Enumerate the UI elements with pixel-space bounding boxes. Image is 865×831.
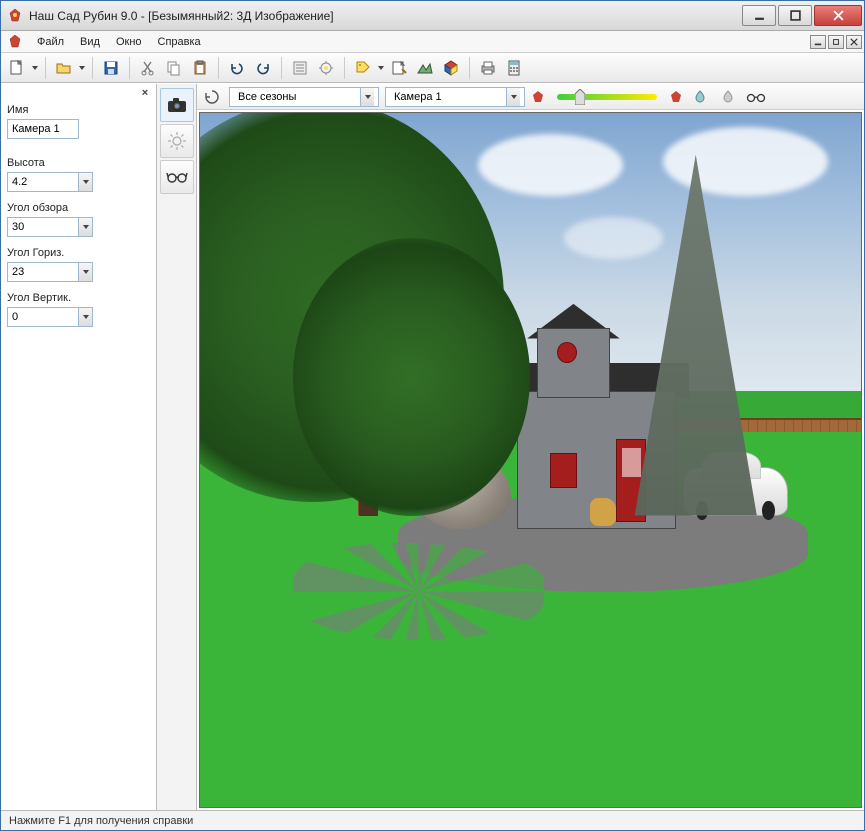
maximize-button[interactable] [778,5,812,26]
cloud-icon [564,217,663,259]
season-combo[interactable]: Все сезоны [229,87,379,107]
statusbar-text: Нажмите F1 для получения справки [9,815,193,827]
titlebar[interactable]: Наш Сад Рубин 9.0 - [Безымянный2: 3Д Изо… [1,1,864,31]
stone-path [293,543,544,640]
camera-combo[interactable]: Камера 1 [385,87,525,107]
name-label: Имя [7,104,150,116]
mdi-minimize-button[interactable] [810,35,826,49]
tag-button[interactable] [351,56,375,80]
height-dropdown[interactable] [79,172,93,192]
main-toolbar [1,53,864,83]
horiz-input[interactable] [7,262,79,282]
window-frame: Наш Сад Рубин 9.0 - [Безымянный2: 3Д Изо… [0,0,865,831]
horiz-dropdown[interactable] [79,262,93,282]
note-button[interactable] [387,56,411,80]
save-button[interactable] [99,56,123,80]
open-button[interactable] [52,56,76,80]
side-toolbar [157,84,197,810]
mdi-close-button[interactable] [846,35,862,49]
menubar: Файл Вид Окно Справка [1,31,864,53]
calc-button[interactable] [502,56,526,80]
minimize-button[interactable] [742,5,776,26]
camera-combo-value: Камера 1 [390,91,506,103]
rain-toggle-button[interactable] [689,86,711,108]
refresh-view-button[interactable] [201,86,223,108]
copy-button[interactable] [162,56,186,80]
deciduous-tree-foliage [293,238,531,516]
undo-button[interactable] [225,56,249,80]
viewport-area: Все сезоны Камера 1 [197,84,864,810]
print-button[interactable] [476,56,500,80]
window-title: Наш Сад Рубин 9.0 - [Безымянный2: 3Д Изо… [29,9,742,23]
cloud-icon [663,127,828,196]
cut-button[interactable] [136,56,160,80]
new-dropdown[interactable] [31,66,39,70]
house-upper [537,328,610,397]
mdi-restore-button[interactable] [828,35,844,49]
menu-window[interactable]: Окно [108,34,150,50]
sun-tool-button[interactable] [160,124,194,158]
glasses-tool-button[interactable] [160,160,194,194]
quality-high-icon [669,90,683,104]
3d-view-button[interactable] [439,56,463,80]
quality-slider[interactable] [557,94,657,100]
vert-dropdown[interactable] [79,307,93,327]
house-round-window [557,342,577,363]
horiz-label: Угол Гориз. [7,247,150,259]
view-toolbar: Все сезоны Камера 1 [197,84,864,110]
new-button[interactable] [5,56,29,80]
panel-close-button[interactable]: × [138,86,152,100]
redo-button[interactable] [251,56,275,80]
app-icon [7,8,23,24]
plants-button[interactable] [314,56,338,80]
vert-input[interactable] [7,307,79,327]
fov-input[interactable] [7,217,79,237]
vert-label: Угол Вертик. [7,292,150,304]
cloud-icon [478,134,623,196]
statusbar: Нажмите F1 для получения справки [1,810,864,830]
height-label: Высота [7,157,150,169]
quality-slider-thumb[interactable] [575,89,585,105]
open-dropdown[interactable] [78,66,86,70]
doc-icon [7,34,23,50]
properties-panel: × Имя Высота Угол обзора [1,84,157,810]
encyclopedia-button[interactable] [288,56,312,80]
paste-button[interactable] [188,56,212,80]
fov-dropdown[interactable] [79,217,93,237]
menu-file[interactable]: Файл [29,34,72,50]
quality-low-icon [531,90,545,104]
close-button[interactable] [814,5,862,26]
season-combo-value: Все сезоны [234,91,360,103]
dog [590,498,616,526]
snow-toggle-button[interactable] [717,86,739,108]
menu-view[interactable]: Вид [72,34,108,50]
terrain-button[interactable] [413,56,437,80]
menu-help[interactable]: Справка [150,34,209,50]
view-glasses-button[interactable] [745,86,767,108]
camera-tool-button[interactable] [160,88,194,122]
height-input[interactable] [7,172,79,192]
tag-dropdown[interactable] [377,66,385,70]
fov-label: Угол обзора [7,202,150,214]
name-input[interactable] [7,119,79,139]
3d-viewport[interactable] [199,112,862,808]
house-window [550,453,576,488]
